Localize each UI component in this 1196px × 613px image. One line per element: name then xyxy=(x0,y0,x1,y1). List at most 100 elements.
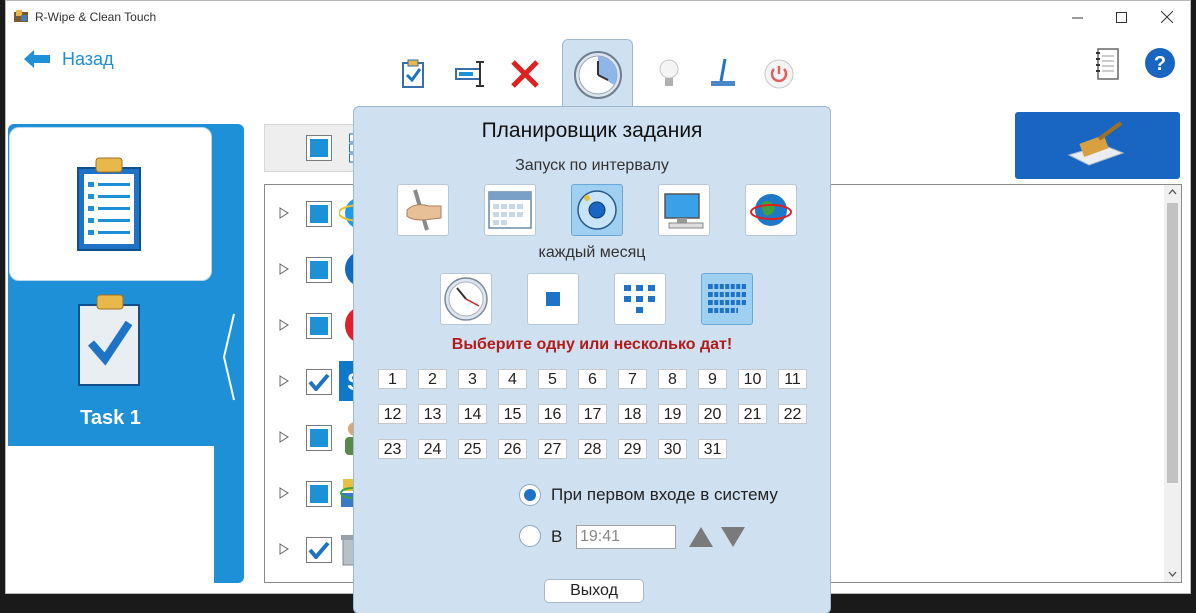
day-cell[interactable]: 1 xyxy=(378,369,407,389)
back-button[interactable]: Назад xyxy=(24,47,114,71)
day-cell[interactable]: 12 xyxy=(378,404,407,424)
toolbar-wipe-button[interactable] xyxy=(706,57,740,91)
item-checkbox[interactable] xyxy=(306,201,332,227)
time-input[interactable] xyxy=(576,525,676,549)
close-window-button[interactable] xyxy=(1144,1,1190,33)
power-icon xyxy=(764,59,794,89)
day-cell[interactable]: 14 xyxy=(458,404,487,424)
exit-button[interactable]: Выход xyxy=(544,579,644,603)
trigger-type-label: Запуск по интервалу xyxy=(515,157,669,174)
time-decrement-button[interactable] xyxy=(719,525,747,549)
select-all-checkbox[interactable] xyxy=(306,135,332,161)
item-checkbox[interactable] xyxy=(306,313,332,339)
day-cell[interactable]: 21 xyxy=(738,404,767,424)
day-cell[interactable]: 3 xyxy=(458,369,487,389)
item-checkbox[interactable] xyxy=(306,369,332,395)
day-cell[interactable]: 15 xyxy=(498,404,527,424)
first-login-label: При первом входе в систему xyxy=(551,485,778,504)
month-grid-icon xyxy=(708,284,746,314)
triangle-down-icon xyxy=(721,527,745,547)
toolbar-tips-button[interactable] xyxy=(652,57,686,91)
day-cell[interactable]: 30 xyxy=(658,439,687,459)
list-scrollbar[interactable] xyxy=(1164,185,1181,582)
maximize-button[interactable] xyxy=(1098,1,1144,33)
toolbar-scheduler-tab[interactable] xyxy=(562,39,633,109)
interval-monthly-button[interactable] xyxy=(701,273,753,325)
task-card-new[interactable] xyxy=(9,127,212,281)
expand-arrow-icon[interactable] xyxy=(279,319,289,331)
run-wipe-button[interactable] xyxy=(1015,112,1180,179)
hand-lever-icon xyxy=(406,189,442,231)
day-cell[interactable]: 5 xyxy=(538,369,567,389)
day-cell[interactable]: 4 xyxy=(498,369,527,389)
interval-hourly-button[interactable] xyxy=(440,273,492,325)
scroll-up-icon[interactable] xyxy=(1168,189,1177,195)
day-cell[interactable]: 26 xyxy=(498,439,527,459)
day-cell[interactable]: 17 xyxy=(578,404,607,424)
lightbulb-icon xyxy=(659,59,679,86)
expand-arrow-icon[interactable] xyxy=(279,543,289,555)
time-increment-button[interactable] xyxy=(687,525,715,549)
scroll-thumb[interactable] xyxy=(1167,203,1178,483)
trigger-manual-button[interactable] xyxy=(397,184,449,236)
trigger-interval-button[interactable] xyxy=(571,184,623,236)
item-checkbox[interactable] xyxy=(306,537,332,563)
help-button[interactable]: ? xyxy=(1144,47,1176,79)
svg-text:?: ? xyxy=(1154,53,1166,75)
day-cell[interactable]: 2 xyxy=(418,369,447,389)
day-cell[interactable]: 6 xyxy=(578,369,607,389)
specific-time-label: В xyxy=(551,527,563,546)
trigger-network-button[interactable] xyxy=(745,184,797,236)
expand-arrow-icon[interactable] xyxy=(279,207,289,219)
day-cell[interactable]: 11 xyxy=(778,369,807,389)
expand-arrow-icon[interactable] xyxy=(279,431,289,443)
day-cell[interactable]: 20 xyxy=(698,404,727,424)
toolbar-shutdown-button[interactable] xyxy=(762,57,796,91)
day-cell[interactable]: 23 xyxy=(378,439,407,459)
back-arrow-icon xyxy=(24,50,50,68)
interval-dial-icon xyxy=(577,190,617,230)
expand-arrow-icon[interactable] xyxy=(279,487,289,499)
toolbar-tasks-button[interactable] xyxy=(396,57,430,91)
day-cell[interactable]: 22 xyxy=(778,404,807,424)
item-checkbox[interactable] xyxy=(306,425,332,451)
day-cell[interactable]: 24 xyxy=(418,439,447,459)
scroll-down-icon[interactable] xyxy=(1168,571,1177,577)
broom-icon xyxy=(1067,120,1124,166)
day-cell[interactable]: 19 xyxy=(658,404,687,424)
first-login-radio[interactable] xyxy=(519,484,541,506)
delete-x-icon xyxy=(511,60,539,88)
day-cell[interactable]: 29 xyxy=(618,439,647,459)
item-checkbox[interactable] xyxy=(306,257,332,283)
globe-icon xyxy=(750,194,792,226)
expand-arrow-icon[interactable] xyxy=(279,263,289,275)
trigger-idle-button[interactable] xyxy=(658,184,710,236)
log-button[interactable] xyxy=(1092,47,1122,81)
minimize-button[interactable] xyxy=(1054,1,1100,33)
wiper-icon xyxy=(711,58,735,86)
interval-daily-button[interactable] xyxy=(527,273,579,325)
task-card-task1[interactable]: Task 1 xyxy=(9,289,212,441)
item-checkbox[interactable] xyxy=(306,481,332,507)
toolbar-delete-button[interactable] xyxy=(508,57,542,91)
day-cell[interactable]: 28 xyxy=(578,439,607,459)
specific-time-radio[interactable] xyxy=(519,525,541,547)
interval-weekly-button[interactable] xyxy=(614,273,666,325)
computer-monitor-icon xyxy=(664,193,704,229)
trigger-calendar-button[interactable] xyxy=(484,184,536,236)
day-cell[interactable]: 9 xyxy=(698,369,727,389)
day-cell[interactable]: 16 xyxy=(538,404,567,424)
collapse-chevron-icon[interactable] xyxy=(222,312,236,402)
day-cell[interactable]: 25 xyxy=(458,439,487,459)
day-cell[interactable]: 18 xyxy=(618,404,647,424)
day-cell[interactable]: 10 xyxy=(738,369,767,389)
day-cell[interactable]: 31 xyxy=(698,439,727,459)
clock-icon xyxy=(574,51,622,99)
day-cell[interactable]: 13 xyxy=(418,404,447,424)
day-cell[interactable]: 8 xyxy=(658,369,687,389)
toolbar-rename-button[interactable] xyxy=(454,57,488,91)
check-mark-icon xyxy=(308,541,330,559)
expand-arrow-icon[interactable] xyxy=(279,375,289,387)
day-cell[interactable]: 27 xyxy=(538,439,567,459)
day-cell[interactable]: 7 xyxy=(618,369,647,389)
